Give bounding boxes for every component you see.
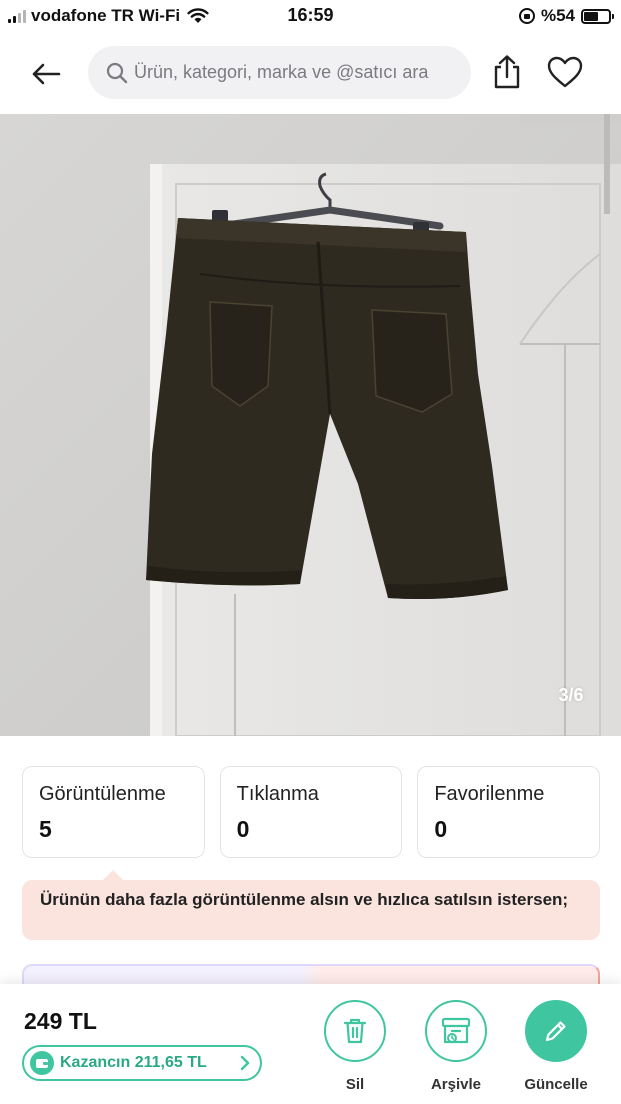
stat-value: 0 <box>236 816 250 842</box>
trash-icon <box>343 1018 367 1044</box>
image-counter: 3/6 <box>558 684 584 705</box>
stat-value: 5 <box>39 816 52 842</box>
product-image[interactable] <box>0 114 621 736</box>
earnings-button[interactable]: Kazancın 211,65 TL <box>22 1045 262 1081</box>
share-icon <box>494 55 520 89</box>
delete-label: Sil <box>345 1076 365 1093</box>
archive-button[interactable]: Arşivle <box>411 1000 501 1093</box>
stat-label: Favorilenme <box>434 783 545 805</box>
chevron-right-icon <box>240 1055 250 1071</box>
stat-card-favorites: Favorilenme 0 <box>417 766 601 858</box>
header <box>0 34 621 112</box>
update-circle <box>525 1000 587 1062</box>
back-arrow-icon <box>32 63 61 85</box>
archive-label: Arşivle <box>430 1076 482 1093</box>
stat-value: 0 <box>434 816 448 842</box>
archive-circle <box>425 1000 487 1062</box>
delete-button[interactable]: Sil <box>310 1000 400 1093</box>
battery-icon <box>581 8 614 24</box>
battery-percentage: %54 <box>540 6 575 25</box>
product-photo-illustration <box>0 114 621 736</box>
battery-level <box>584 11 598 21</box>
archive-icon <box>441 1017 471 1044</box>
rotation-lock-icon <box>518 8 535 24</box>
earnings-text: Kazancın 211,65 TL <box>60 1054 207 1071</box>
delete-circle <box>324 1000 386 1062</box>
bottom-action-bar: 249 TL Kazancın 211,65 TL Sil Arşivle Gü… <box>0 984 621 1104</box>
stat-card-clicks: Tıklanma 0 <box>219 766 403 858</box>
stat-card-views: Görüntülenme 5 <box>22 766 205 858</box>
wallet-icon <box>30 1051 54 1075</box>
share-button[interactable] <box>485 50 529 94</box>
pencil-icon <box>545 1021 566 1042</box>
update-label: Güncelle <box>524 1076 588 1093</box>
update-button[interactable]: Güncelle <box>511 1000 601 1093</box>
status-right: %54 <box>518 6 614 26</box>
price: 249 TL <box>24 1008 97 1034</box>
status-bar: vodafone TR Wi-Fi 16:59 %54 <box>0 0 621 32</box>
search-bar[interactable] <box>88 46 471 99</box>
back-button[interactable] <box>26 54 66 94</box>
stat-label: Görüntülenme <box>39 783 166 805</box>
stat-label: Tıklanma <box>236 783 319 805</box>
search-icon <box>104 60 130 86</box>
tip-text: Ürünün daha fazla görüntülenme alsın ve … <box>40 890 569 909</box>
stats-row: Görüntülenme 5 Tıklanma 0 Favorilenme 0 <box>22 766 601 858</box>
search-input[interactable] <box>134 62 454 83</box>
promotion-tip: Ürünün daha fazla görüntülenme alsın ve … <box>22 880 600 940</box>
favorite-button[interactable] <box>543 50 587 94</box>
heart-icon <box>547 56 583 88</box>
